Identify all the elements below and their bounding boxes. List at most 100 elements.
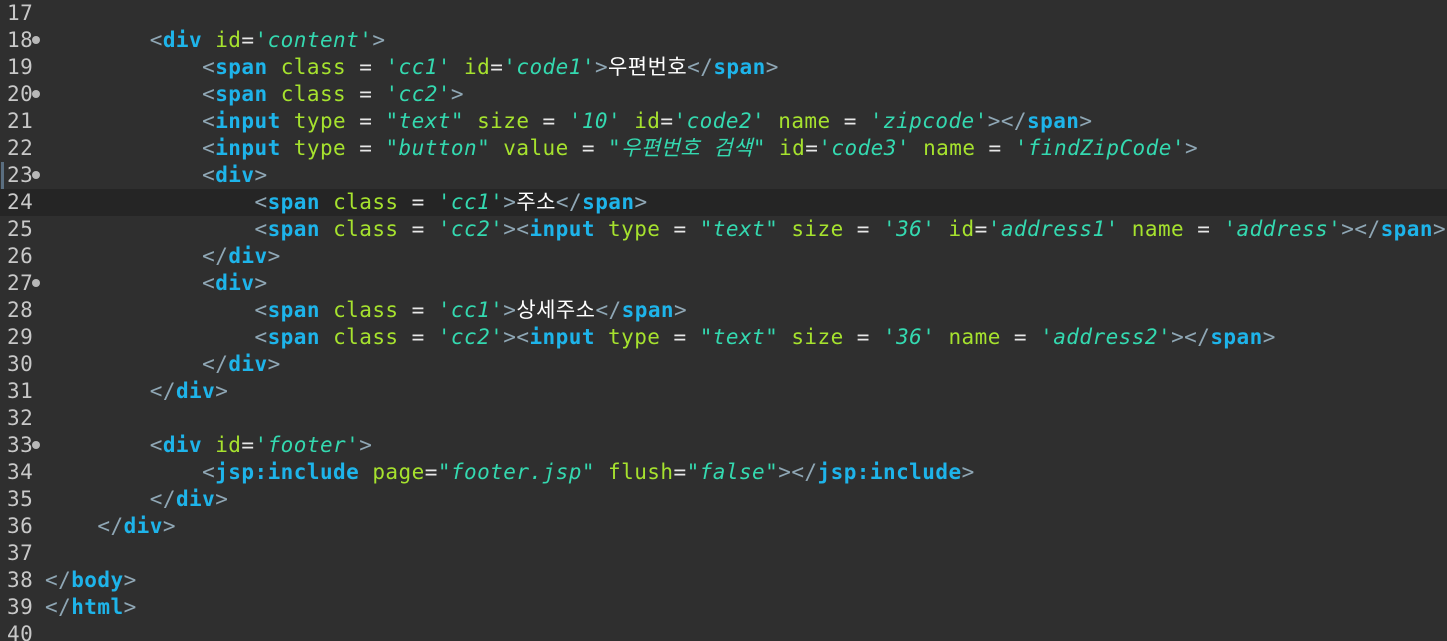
code-line[interactable]: 24 <span class = 'cc1'>주소</span> [0,189,1447,216]
code-line[interactable]: 35 </div> [0,486,1447,513]
fold-toggle-icon[interactable] [32,279,40,287]
token-str: '10' [568,109,622,133]
line-gutter: 25 [0,216,44,243]
fold-toggle-icon[interactable] [32,90,40,98]
token-tag: div [228,352,268,376]
token-str: "false" [686,460,779,484]
token-tag: span [713,55,766,79]
token-bracket: > [359,433,373,457]
token-tag: span [267,325,320,349]
line-gutter: 26 [0,243,44,270]
code-line[interactable]: 29 <span class = 'cc2'><input type = "te… [0,324,1447,351]
token-bracket: </ [45,595,72,619]
code-line[interactable]: 34 <jsp:include page="footer.jsp" flush=… [0,459,1447,486]
code-line[interactable]: 23 <div> [0,162,1447,189]
token-str: 'code1' [503,55,595,79]
token-op: = [346,109,386,133]
code-line[interactable]: 31 </div> [0,378,1447,405]
token-bracket: ></ [778,460,818,484]
token-op: = [241,28,255,52]
token-op: = [1184,217,1224,241]
token-bracket: > [1184,136,1199,160]
token-tag: span [215,82,268,106]
line-number: 34 [7,460,34,484]
token-bracket: > [123,595,137,619]
token-str: '36' [883,325,936,349]
line-gutter: 33 [0,432,44,459]
token-attr: value [503,136,569,160]
code-line[interactable]: 19 <span class = 'cc1' id='code1'>우편번호</… [0,54,1447,81]
code-line[interactable]: 36 </div> [0,513,1447,540]
token-text: 상세주소 [516,298,596,322]
code-line[interactable]: 40 [0,621,1447,641]
line-gutter: 20 [0,81,44,108]
code-lines[interactable]: 17 18 <div id='content'> 19 <span class = … [0,0,1447,641]
code-line[interactable]: 32 [0,405,1447,432]
line-gutter: 18 [0,27,44,54]
code-line[interactable]: 30 </div> [0,351,1447,378]
fold-toggle-icon[interactable] [32,441,40,449]
token-op: = [398,217,438,241]
token-str: 'cc1' [437,298,504,322]
token-tag: div [123,514,163,538]
line-gutter: 30 [0,351,44,378]
token-bracket: > [1262,325,1276,349]
token-bracket: > [634,190,648,214]
code-line[interactable]: 18 <div id='content'> [0,27,1447,54]
code-line[interactable]: 26 </div> [0,243,1447,270]
token-tag: span [267,298,320,322]
line-code: <input type = "text" size = '10' id='cod… [45,108,1093,135]
token-bracket: </ [595,298,622,322]
token-op: = [830,109,870,133]
code-line[interactable]: 33 <div id='footer'> [0,432,1447,459]
code-line[interactable]: 27 <div> [0,270,1447,297]
token-tag: input [215,136,281,160]
token-str: 'zipcode' [869,109,988,133]
token-attr: class [333,190,399,214]
fold-toggle-icon[interactable] [32,36,40,44]
code-line[interactable]: 20 <span class = 'cc2'> [0,81,1447,108]
code-line[interactable]: 25 <span class = 'cc2'><input type = "te… [0,216,1447,243]
token-bracket: </ [149,487,176,511]
token-str: 'cc1' [385,55,451,79]
token-attr: page [372,460,425,484]
token-tag: jsp:include [817,460,962,484]
token-op: = [398,190,438,214]
code-line[interactable]: 37 [0,540,1447,567]
token-tag: div [162,28,203,52]
code-line[interactable]: 39 </html> [0,594,1447,621]
token-attr: size [791,325,844,349]
token-op: = [346,136,386,160]
token-bracket: < [202,109,216,133]
token-str: 'footer' [254,433,360,457]
code-line[interactable]: 21 <input type = "text" size = '10' id='… [0,108,1447,135]
token-bracket: >< [503,217,530,241]
line-code: <jsp:include page="footer.jsp" flush="fa… [45,459,975,486]
code-line[interactable]: 17 [0,0,1447,27]
token-bracket: </ [45,568,72,592]
token-op: = [974,217,988,241]
token-str: "footer.jsp" [437,460,595,484]
code-line[interactable]: 22 <input type = "button" value = "우편번호 … [0,135,1447,162]
token-attr: id [634,109,661,133]
fold-toggle-icon[interactable] [32,171,40,179]
token-tag: body [71,568,124,592]
token-bracket: > [215,487,229,511]
token-str: "button" [385,136,491,160]
token-tag: html [71,595,124,619]
code-line[interactable]: 38 </body> [0,567,1447,594]
code-editor[interactable]: 17 18 <div id='content'> 19 <span class = … [0,0,1447,641]
code-line[interactable]: 28 <span class = 'cc1'>상세주소</span> [0,297,1447,324]
line-number: 26 [7,244,34,268]
token-bracket: ></ [1341,217,1381,241]
